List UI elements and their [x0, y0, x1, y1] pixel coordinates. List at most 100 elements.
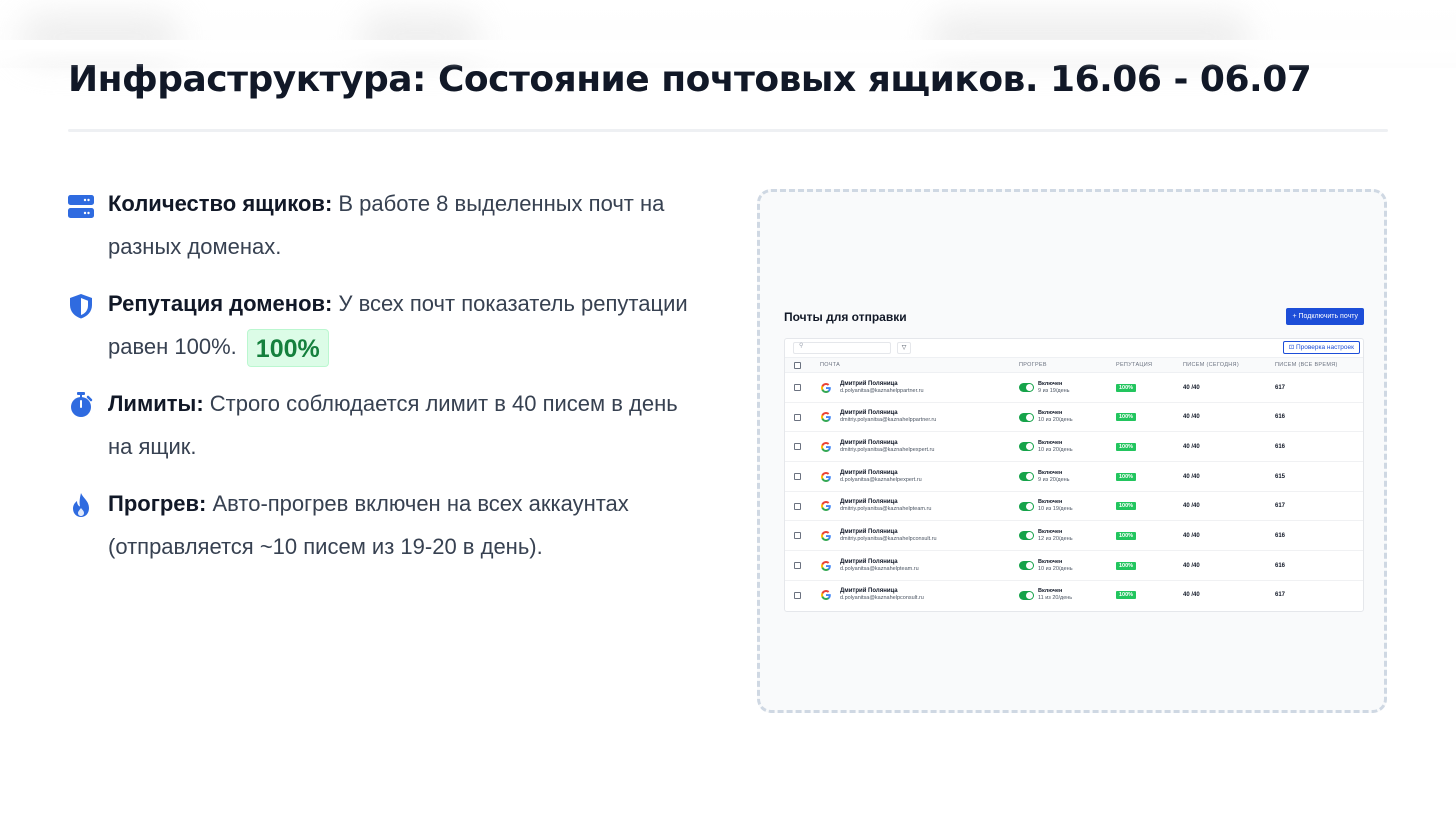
reputation-badge: 100%	[1116, 502, 1137, 511]
table-toolbar: ⚲ ▽ ⊡ Проверка настроек	[785, 339, 1363, 357]
sent-today: 40 /40	[1183, 443, 1200, 450]
select-all-checkbox[interactable]	[794, 362, 801, 372]
warmup-toggle[interactable]	[1019, 383, 1034, 392]
mailbox-panel: Почты для отправки + Подключить почту ⚲ …	[784, 304, 1364, 612]
mail-cell: Дмитрий Поляница dmitriy.polyanitsa@kazn…	[820, 521, 937, 550]
column-header-warmup: ПРОГРЕВ	[1019, 362, 1047, 368]
bullet-label: Прогрев:	[108, 491, 207, 516]
warmup-state: Включен	[1038, 499, 1063, 506]
google-icon	[821, 441, 831, 452]
google-icon	[821, 382, 831, 393]
account-email: dmitriy.polyanitsa@kaznahelppartner.ru	[840, 417, 937, 424]
warmup-cell: Включен 10 из 20/день	[1019, 403, 1073, 432]
mailbox-table: ⚲ ▽ ⊡ Проверка настроек ПОЧТА ПРОГРЕВ РЕ…	[784, 338, 1364, 612]
warmup-count: 10 из 20/день	[1038, 565, 1073, 572]
row-checkbox[interactable]	[794, 521, 801, 550]
filter-icon[interactable]: ▽	[897, 342, 911, 354]
settings-check-icon: ⊡	[1288, 344, 1296, 351]
reputation-cell: 100%	[1116, 403, 1137, 432]
row-checkbox[interactable]	[794, 492, 801, 521]
warmup-text: Включен 10 из 20/день	[1038, 559, 1073, 573]
warmup-state: Включен	[1038, 588, 1063, 595]
reputation-badge: 100%	[1116, 561, 1137, 570]
row-checkbox[interactable]	[794, 581, 801, 610]
mail-text: Дмитрий Поляница d.polyanitsa@kaznahelpt…	[840, 559, 919, 573]
reputation-cell: 100%	[1116, 492, 1137, 521]
mail-cell: Дмитрий Поляница d.polyanitsa@kaznahelpp…	[820, 373, 924, 402]
row-checkbox[interactable]	[794, 551, 801, 580]
account-name: Дмитрий Поляница	[840, 528, 898, 535]
warmup-toggle[interactable]	[1019, 501, 1034, 511]
server-icon	[68, 195, 94, 218]
warmup-toggle[interactable]	[1019, 472, 1034, 482]
reputation-cell: 100%	[1116, 432, 1137, 461]
sent-all-time: 616	[1275, 414, 1286, 421]
table-row[interactable]: Дмитрий Поляница d.polyanitsa@kaznahelpe…	[785, 462, 1363, 492]
search-input[interactable]: ⚲	[793, 342, 891, 354]
warmup-toggle[interactable]	[1019, 442, 1034, 452]
table-row[interactable]: Дмитрий Поляница dmitriy.polyanitsa@kazn…	[785, 521, 1363, 552]
check-settings-button[interactable]: ⊡ Проверка настроек	[1282, 341, 1360, 354]
warmup-state: Включен	[1038, 380, 1063, 387]
warmup-state: Включен	[1038, 558, 1063, 565]
table-header: ПОЧТА ПРОГРЕВ РЕПУТАЦИЯ ПИСЕМ (СЕГОДНЯ) …	[785, 357, 1363, 373]
bullet-mailbox-count: Количество ящиков: В работе 8 выделенных…	[68, 182, 708, 268]
table-row[interactable]: Дмитрий Поляница d.polyanitsa@kaznahelpc…	[785, 581, 1363, 611]
warmup-text: Включен 11 из 20/день	[1038, 588, 1072, 602]
sent-all-time: 616	[1275, 562, 1286, 569]
mail-cell: Дмитрий Поляница d.polyanitsa@kaznahelpt…	[820, 551, 919, 580]
sent-today: 40 /40	[1183, 562, 1200, 569]
mail-text: Дмитрий Поляница dmitriy.polyanitsa@kazn…	[840, 529, 937, 543]
reputation-badge: 100%	[1116, 531, 1137, 540]
google-icon	[821, 560, 831, 571]
warmup-state: Включен	[1038, 469, 1063, 476]
sent-all-time: 617	[1275, 503, 1286, 510]
account-name: Дмитрий Поляница	[840, 439, 898, 446]
mail-cell: Дмитрий Поляница d.polyanitsa@kaznahelpc…	[820, 581, 924, 610]
bullet-label: Количество ящиков:	[108, 191, 333, 216]
check-settings-label: Проверка настроек	[1295, 344, 1354, 351]
table-body: Дмитрий Поляница d.polyanitsa@kaznahelpp…	[785, 373, 1363, 611]
bullet-limits: Лимиты: Строго соблюдается лимит в 40 пи…	[68, 382, 708, 468]
bullet-label: Репутация доменов:	[108, 291, 333, 316]
flame-icon	[73, 493, 89, 517]
warmup-toggle[interactable]	[1019, 590, 1034, 600]
row-checkbox[interactable]	[794, 432, 801, 461]
account-email: d.polyanitsa@kaznahelpteam.ru	[840, 565, 919, 572]
sent-today: 40 /40	[1183, 414, 1200, 421]
warmup-count: 11 из 20/день	[1038, 595, 1073, 602]
table-row[interactable]: Дмитрий Поляница d.polyanitsa@kaznahelpt…	[785, 551, 1363, 581]
table-row[interactable]: Дмитрий Поляница dmitriy.polyanitsa@kazn…	[785, 403, 1363, 433]
warmup-count: 9 из 19/день	[1038, 387, 1070, 394]
mail-cell: Дмитрий Поляница dmitriy.polyanitsa@kazn…	[820, 432, 934, 461]
stopwatch-icon	[71, 392, 93, 417]
warmup-toggle[interactable]	[1019, 561, 1034, 571]
table-row[interactable]: Дмитрий Поляница d.polyanitsa@kaznahelpp…	[785, 373, 1363, 403]
row-checkbox[interactable]	[794, 403, 801, 432]
mail-cell: Дмитрий Поляница d.polyanitsa@kaznahelpe…	[820, 462, 922, 491]
table-row[interactable]: Дмитрий Поляница dmitriy.polyanitsa@kazn…	[785, 492, 1363, 522]
warmup-toggle[interactable]	[1019, 531, 1034, 541]
account-name: Дмитрий Поляница	[840, 499, 898, 506]
title-divider	[68, 129, 1388, 132]
account-email: d.polyanitsa@kaznahelpconsult.ru	[840, 595, 924, 602]
connect-mailbox-button[interactable]: + Подключить почту	[1286, 308, 1364, 325]
mail-cell: Дмитрий Поляница dmitriy.polyanitsa@kazn…	[820, 403, 936, 432]
account-name: Дмитрий Поляница	[840, 380, 898, 387]
mail-text: Дмитрий Поляница dmitriy.polyanitsa@kazn…	[840, 410, 936, 424]
table-row[interactable]: Дмитрий Поляница dmitriy.polyanitsa@kazn…	[785, 432, 1363, 463]
reputation-cell: 100%	[1116, 551, 1137, 580]
sent-today: 40 /40	[1183, 503, 1200, 510]
warmup-toggle[interactable]	[1019, 412, 1034, 422]
mail-text: Дмитрий Поляница dmitriy.polyanitsa@kazn…	[840, 499, 931, 513]
row-checkbox[interactable]	[794, 462, 801, 491]
column-header-reputation: РЕПУТАЦИЯ	[1116, 362, 1153, 368]
warmup-text: Включен 10 из 20/день	[1038, 410, 1073, 424]
bullet-domain-reputation: Репутация доменов: У всех почт показател…	[68, 282, 708, 368]
panel-header: Почты для отправки + Подключить почту	[784, 304, 1364, 334]
row-checkbox[interactable]	[794, 373, 801, 402]
reputation-cell: 100%	[1116, 521, 1137, 550]
search-icon: ⚲	[799, 343, 804, 349]
reputation-badge: 100%	[1116, 472, 1137, 481]
account-name: Дмитрий Поляница	[840, 588, 898, 595]
